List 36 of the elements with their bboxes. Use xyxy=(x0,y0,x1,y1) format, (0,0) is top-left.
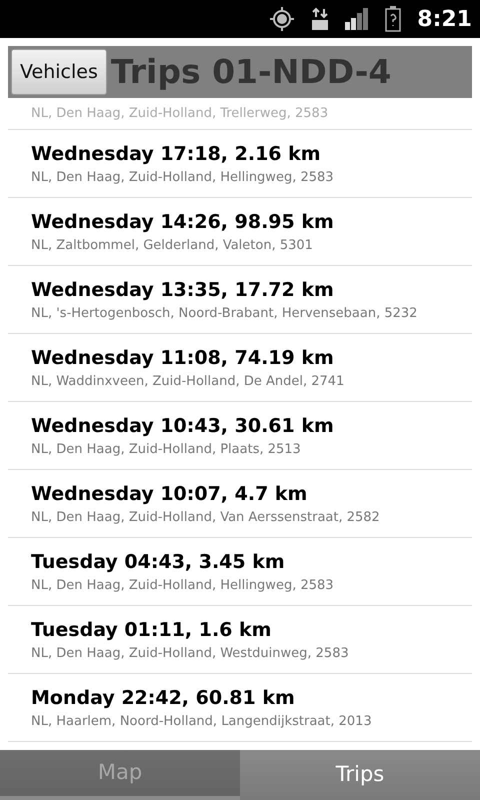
trip-address: NL, Den Haag, Zuid-Holland, Hellingweg, 2583 xyxy=(31,576,335,595)
trip-title: Wednesday 17:18, 2.16 km xyxy=(31,142,322,167)
trip-row[interactable]: Wednesday 14:26, 98.95 km NL, Zaltbommel, Gelderland, Valeton, 5301 xyxy=(8,198,472,266)
trip-row[interactable]: Tuesday 04:43, 3.45 km NL, Den Haag, Zuid-Holland, Hellingweg, 2583 xyxy=(8,538,472,606)
signal-icon xyxy=(345,8,370,30)
trip-title: Wednesday 11:08, 74.19 km xyxy=(31,346,335,371)
trip-address: NL, Den Haag, Zuid-Holland, Hellingweg, 2583 xyxy=(31,168,335,187)
trip-address: NL, Den Haag, Zuid-Holland, Van Aerssenstraat, 2582 xyxy=(31,508,381,527)
trip-row[interactable]: Tuesday 01:11, 1.6 km NL, Den Haag, Zuid-Holland, Westduinweg, 2583 xyxy=(8,606,472,674)
trip-address: NL, Zaltbommel, Gelderland, Valeton, 5301 xyxy=(31,236,314,255)
trip-address: NL, Den Haag, Zuid-Holland, Westduinweg, 2583 xyxy=(31,644,350,663)
trip-row[interactable]: Monday 22:42, 60.81 km NL, Haarlem, Noord-Holland, Langendijkstraat, 2013 xyxy=(8,674,472,742)
trip-address: NL, Den Haag, Zuid-Holland, Plaats, 2513 xyxy=(31,440,302,459)
data-3g-icon xyxy=(311,7,330,31)
trip-title: Wednesday 14:26, 98.95 km xyxy=(31,210,335,235)
clock-time: 8:21 xyxy=(417,6,472,34)
trip-title: Tuesday 01:11, 1.6 km xyxy=(31,618,272,643)
battery-icon xyxy=(385,6,402,32)
trip-row[interactable]: Wednesday 10:07, 4.7 km NL, Den Haag, Zuid-Holland, Van Aerssenstraat, 2582 xyxy=(8,470,472,538)
trip-title: Wednesday 10:07, 4.7 km xyxy=(31,482,308,507)
gps-icon xyxy=(269,6,296,32)
trip-address: NL, Waddinxveen, Zuid-Holland, De Andel, 2741 xyxy=(31,372,346,391)
trip-title: Wednesday 13:35, 17.72 km xyxy=(31,278,335,303)
trip-title: Tuesday 04:43, 3.45 km xyxy=(31,550,286,575)
trip-row[interactable]: Wednesday 11:08, 74.19 km NL, Waddinxveen, Zuid-Holland, De Andel, 2741 xyxy=(8,334,472,402)
screen-title: Trips 01-NDD-4 xyxy=(110,51,392,94)
trip-address: NL, Haarlem, Noord-Holland, Langendijkstraat, 2013 xyxy=(31,712,373,731)
trip-row[interactable]: Wednesday 17:18, 2.16 km NL, Den Haag, Zuid-Holland, Hellingweg, 2583 xyxy=(8,130,472,198)
trip-address: NL, Den Haag, Zuid-Holland, Trellerweg, 2583 xyxy=(31,104,328,123)
vehicles-button[interactable]: Vehicles xyxy=(11,49,107,95)
tab[interactable]: Trips xyxy=(240,750,480,800)
trip-title: Wednesday 10:43, 30.61 km xyxy=(31,414,335,439)
trip-row[interactable]: Wednesday 13:35, 17.72 km NL, 's-Hertogenbosch, Noord-Brabant, Hervensebaan, 5232 xyxy=(8,266,472,334)
trip-address: NL, 's-Hertogenbosch, Noord-Brabant, Hervensebaan, 5232 xyxy=(31,304,418,323)
trip-title: Monday 22:42, 60.81 km xyxy=(31,686,296,711)
trip-row[interactable]: Wednesday 10:43, 30.61 km NL, Den Haag, Zuid-Holland, Plaats, 2513 xyxy=(8,402,472,470)
